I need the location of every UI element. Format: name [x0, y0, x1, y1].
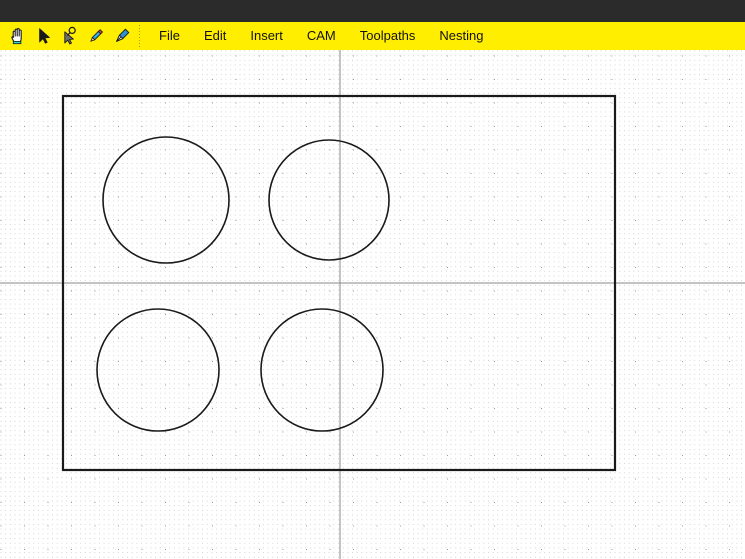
hole-circle-top-right[interactable]: [268, 139, 390, 261]
menu-edit[interactable]: Edit: [192, 22, 238, 50]
drawing-canvas[interactable]: [0, 50, 745, 559]
menu-insert[interactable]: Insert: [238, 22, 295, 50]
tool-icon-group: [0, 24, 134, 48]
toolbar: File Edit Insert CAM Toolpaths Nesting: [0, 22, 745, 50]
hole-circle-bottom-left[interactable]: [96, 308, 220, 432]
menu-toolpaths[interactable]: Toolpaths: [348, 22, 428, 50]
node-cursor-icon: [60, 26, 80, 46]
hole-circle-top-left[interactable]: [102, 136, 230, 264]
application-window: File Edit Insert CAM Toolpaths Nesting: [0, 0, 745, 559]
vector-layer: [0, 50, 745, 559]
title-bar: [0, 0, 745, 22]
select-arrow-tool-button[interactable]: [32, 24, 56, 48]
hand-icon: [8, 26, 28, 46]
menu-cam[interactable]: CAM: [295, 22, 348, 50]
pen-bezier-tool-button[interactable]: [110, 24, 134, 48]
menu-file[interactable]: File: [147, 22, 192, 50]
pencil-draw-tool-button[interactable]: [84, 24, 108, 48]
node-edit-tool-button[interactable]: [58, 24, 82, 48]
pan-hand-tool-button[interactable]: [6, 24, 30, 48]
pen-nib-icon: [112, 26, 132, 46]
origin-axes: [0, 50, 745, 559]
pencil-icon: [86, 26, 106, 46]
toolbar-separator: [139, 25, 140, 47]
arrow-cursor-icon: [34, 26, 54, 46]
hole-circle-bottom-right[interactable]: [260, 308, 384, 432]
menu-nesting[interactable]: Nesting: [427, 22, 495, 50]
menu-bar: File Edit Insert CAM Toolpaths Nesting: [147, 22, 496, 50]
